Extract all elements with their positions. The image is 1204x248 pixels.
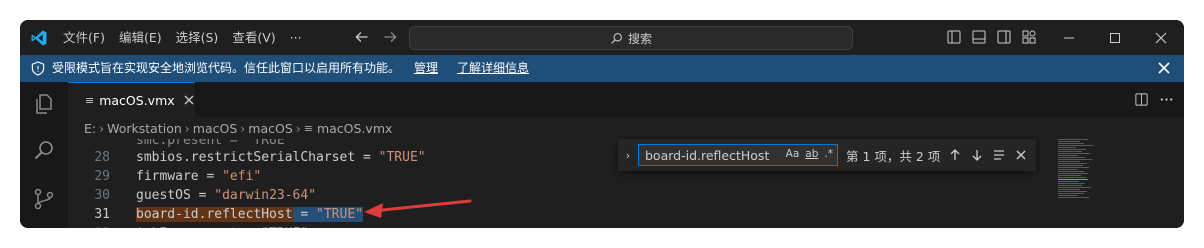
match-case-toggle[interactable]: Aa	[786, 148, 800, 160]
more-actions-icon[interactable]	[1159, 92, 1174, 107]
menu-selection[interactable]: 选择(S)	[169, 20, 226, 55]
editor-tabs: ≡ macOS.vmx	[68, 82, 1184, 118]
toggle-primary-sidebar-icon[interactable]	[946, 29, 962, 45]
banner-manage-link[interactable]: 管理	[414, 55, 438, 82]
config-value: "darwin23-64"	[214, 188, 317, 203]
maximize-icon	[1110, 32, 1120, 43]
banner-message: 受限模式旨在实现安全地浏览代码。信任此窗口以启用所有功能。	[52, 61, 401, 75]
history-nav	[353, 28, 399, 46]
banner-learn-more-link[interactable]: 了解详细信息	[457, 55, 529, 82]
find-query: board-id.reflectHost	[645, 147, 770, 163]
breadcrumb-file[interactable]: macOS.vmx	[317, 121, 392, 136]
code-line: 30 guestOS = "darwin23-64"	[68, 186, 1184, 205]
code-text: board-id.reflectHost = "TRUE"	[136, 205, 363, 224]
file-lines-icon: ≡	[303, 121, 313, 135]
file-lines-icon: ≡	[85, 93, 95, 107]
toggle-replace-chevron-icon[interactable]: ›	[618, 149, 638, 162]
menu-more[interactable]: ···	[283, 20, 309, 55]
code-text: guestOS = "darwin23-64"	[136, 188, 317, 203]
vscode-window: 文件(F) 编辑(E) 选择(S) 查看(V) ··· 搜索 受限模式旨在实现安…	[20, 20, 1184, 228]
search-view-icon[interactable]	[32, 139, 56, 163]
line-number: 29	[94, 169, 110, 184]
breadcrumb: E: › Workstation › macOS › macOS › ≡ mac…	[68, 117, 1184, 139]
line-number: 30	[94, 188, 110, 203]
restricted-mode-banner: 受限模式旨在实现安全地浏览代码。信任此窗口以启用所有功能。 管理 了解详细信息	[20, 55, 1184, 82]
vscode-logo-icon	[31, 30, 47, 46]
search-icon	[611, 32, 622, 44]
title-bar: 文件(F) 编辑(E) 选择(S) 查看(V) ··· 搜索	[20, 20, 1184, 55]
split-editor-icon[interactable]	[1134, 92, 1149, 107]
whole-word-toggle[interactable]: ab	[805, 148, 818, 160]
minimize-icon	[1064, 37, 1074, 38]
next-match-icon[interactable]	[970, 148, 984, 162]
maximize-button[interactable]	[1092, 20, 1138, 55]
close-icon	[1155, 32, 1167, 43]
command-center-search[interactable]: 搜索	[409, 26, 853, 50]
customize-layout-icon[interactable]	[1021, 29, 1037, 45]
config-value: "efi"	[222, 169, 262, 184]
line-number: 28	[94, 150, 110, 165]
find-buttons	[948, 148, 1028, 162]
search-placeholder: 搜索	[627, 31, 652, 46]
layout-controls	[946, 29, 1037, 45]
search-match-highlight: board-id.reflectHost	[136, 207, 293, 222]
chevron-right-icon: ›	[99, 120, 105, 136]
find-in-selection-icon[interactable]	[992, 148, 1006, 162]
breadcrumb-workstation[interactable]: Workstation	[107, 121, 182, 136]
menu-edit[interactable]: 编辑(E)	[112, 20, 169, 55]
config-key: smbios.restrictSerialCharset	[136, 150, 356, 165]
close-find-icon[interactable]	[1014, 148, 1028, 162]
menu-view[interactable]: 查看(V)	[225, 20, 282, 55]
chevron-right-icon: ›	[240, 120, 246, 136]
source-control-icon[interactable]	[32, 187, 56, 211]
match-count: 第 1 项，共 2 项	[846, 148, 941, 164]
chevron-right-icon: ›	[295, 120, 301, 136]
line-number: 31	[94, 207, 110, 222]
menu-bar: 文件(F) 编辑(E) 选择(S) 查看(V) ···	[56, 20, 309, 55]
arrow-back-icon[interactable]	[353, 28, 371, 46]
config-key: guestOS	[136, 188, 191, 203]
code-line-selected: 31 board-id.reflectHost = "TRUE"	[68, 205, 1184, 224]
find-options: Aa ab .*	[786, 148, 833, 160]
config-key: firmware	[136, 169, 199, 184]
code-text: smbios.restrictSerialCharset = "TRUE"	[136, 150, 426, 165]
tab-label: macOS.vmx	[99, 92, 175, 108]
window-controls	[1046, 20, 1184, 55]
code-text-partial: ich7m.present = "TRUE"	[136, 224, 308, 228]
code-line-partial: 32 ich7m.present = "TRUE"	[68, 224, 1184, 228]
activity-bar	[20, 82, 69, 228]
regex-toggle[interactable]: .*	[824, 148, 833, 160]
toggle-secondary-sidebar-icon[interactable]	[996, 29, 1012, 45]
find-input[interactable]: board-id.reflectHost Aa ab .*	[638, 144, 838, 166]
breadcrumb-macos-folder[interactable]: macOS	[193, 121, 237, 136]
close-window-button[interactable]	[1138, 20, 1184, 55]
config-value: "TRUE"	[378, 150, 426, 165]
previous-match-icon[interactable]	[948, 148, 962, 162]
tab-close-icon[interactable]	[183, 94, 195, 106]
minimap[interactable]	[1058, 139, 1118, 228]
minimize-button[interactable]	[1046, 20, 1092, 55]
find-widget: › board-id.reflectHost Aa ab .* 第 1 项，共 …	[618, 139, 1036, 171]
code-text: firmware = "efi"	[136, 169, 262, 184]
tab-macos-vmx[interactable]: ≡ macOS.vmx	[68, 82, 195, 117]
explorer-icon[interactable]	[32, 92, 56, 116]
config-value: "TRUE"	[316, 207, 363, 222]
editor-actions	[1134, 92, 1174, 107]
line-number-partial: 32	[68, 224, 110, 228]
arrow-forward-icon[interactable]	[381, 28, 399, 46]
chevron-right-icon: ›	[184, 120, 190, 136]
toggle-panel-icon[interactable]	[971, 29, 987, 45]
breadcrumb-drive[interactable]: E:	[84, 121, 96, 136]
selection-highlight: = "TRUE"	[292, 207, 363, 222]
banner-close-icon[interactable]	[1158, 62, 1170, 74]
breadcrumb-macos-subfolder[interactable]: macOS	[248, 121, 292, 136]
menu-file[interactable]: 文件(F)	[56, 20, 112, 55]
shield-icon	[31, 61, 45, 76]
